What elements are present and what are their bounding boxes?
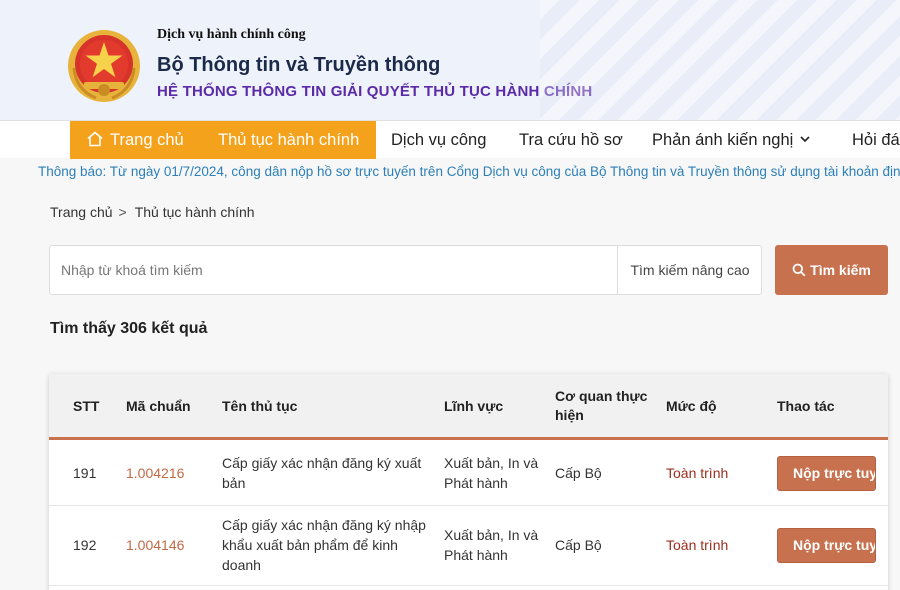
nav-item-feedback-label: Phản ánh kiến nghị	[652, 131, 794, 149]
row-name-line: Cấp giấy xác nhận đăng ký xuất	[222, 455, 422, 471]
search-input[interactable]	[50, 246, 616, 294]
table-row: 192 1.004146 Cấp giấy xác nhận đăng ký n…	[49, 506, 888, 586]
nav-item-home[interactable]: Trang chủ	[86, 121, 184, 159]
row-field-line: Xuất bản, In và	[444, 455, 539, 471]
national-emblem-icon[interactable]	[66, 28, 142, 104]
header-action: Thao tác	[777, 398, 835, 414]
search-box: Tìm kiếm nâng cao	[49, 245, 762, 295]
submit-online-button[interactable]: Nộp trực tuyến	[777, 456, 876, 491]
header-name: Tên thủ tục	[222, 398, 298, 414]
row-agency: Cấp Bộ	[555, 465, 602, 481]
header-agency-line-1: Cơ quan thực	[555, 388, 648, 404]
nav-item-public-services[interactable]: Dịch vụ công	[391, 121, 486, 159]
header-subtitle: HỆ THỐNG THÔNG TIN GIẢI QUYẾT THỦ TỤC HÀ…	[157, 83, 593, 100]
search-icon	[792, 263, 806, 277]
procedures-table: STT Mã chuẩn Tên thủ tục Lĩnh vực Cơ qua…	[49, 374, 888, 590]
header-small-title: Dịch vụ hành chính công	[157, 27, 306, 42]
row-level: Toàn trình	[666, 465, 729, 481]
row-name[interactable]: Cấp giấy xác nhận đăng ký xuất bản	[222, 453, 421, 493]
row-name-line: bản	[222, 475, 246, 491]
row-stt: 192	[73, 537, 97, 553]
table-row: 191 1.004216 Cấp giấy xác nhận đăng ký x…	[49, 443, 888, 506]
row-agency: Cấp Bộ	[555, 537, 602, 553]
breadcrumb-home[interactable]: Trang chủ	[50, 204, 113, 220]
search-button-label: Tìm kiếm	[810, 262, 871, 278]
nav-item-lookup[interactable]: Tra cứu hồ sơ	[519, 121, 623, 159]
row-field-line: Xuất bản, In và	[444, 527, 539, 543]
header-code: Mã chuẩn	[126, 398, 191, 414]
site-header: Dịch vụ hành chính công Bộ Thông tin và …	[0, 0, 900, 120]
row-name[interactable]: Cấp giấy xác nhận đăng ký nhập khẩu xuất…	[222, 515, 426, 575]
breadcrumb-current: Thủ tục hành chính	[134, 204, 255, 220]
nav-item-faq[interactable]: Hỏi đá	[852, 121, 900, 159]
row-stt: 191	[73, 465, 97, 481]
search-button[interactable]: Tìm kiếm	[775, 245, 888, 295]
row-level: Toàn trình	[666, 537, 729, 553]
row-field: Xuất bản, In và Phát hành	[444, 453, 538, 493]
nav-item-home-label: Trang chủ	[110, 131, 184, 149]
header-title[interactable]: Bộ Thông tin và Truyền thông	[157, 54, 440, 77]
breadcrumb-separator-icon: >	[118, 204, 127, 220]
row-name-line: doanh	[222, 557, 261, 573]
notice-banner[interactable]: Thông báo: Từ ngày 01/7/2024, công dân n…	[38, 164, 900, 179]
header-level: Mức độ	[666, 398, 717, 414]
table-header: STT Mã chuẩn Tên thủ tục Lĩnh vực Cơ qua…	[49, 374, 888, 440]
nav-item-feedback[interactable]: Phản ánh kiến nghị	[652, 121, 811, 159]
result-count: Tìm thấy 306 kết quả	[50, 320, 208, 337]
row-name-line: khẩu xuất bản phẩm để kinh	[222, 537, 398, 553]
chevron-down-icon	[800, 136, 810, 143]
row-field-line: Phát hành	[444, 475, 508, 491]
row-name-line: Cấp giấy xác nhận đăng ký nhập	[222, 517, 426, 533]
advanced-search-button[interactable]: Tìm kiếm nâng cao	[617, 246, 762, 294]
home-icon	[87, 131, 103, 147]
header-agency: Cơ quan thực hiện	[555, 387, 647, 425]
row-code[interactable]: 1.004146	[126, 535, 184, 555]
nav-item-procedures[interactable]: Thủ tục hành chính	[218, 121, 359, 159]
main-nav: Trang chủ Thủ tục hành chính Dịch vụ côn…	[0, 120, 900, 159]
row-code[interactable]: 1.004216	[126, 463, 184, 483]
submit-online-button[interactable]: Nộp trực tuyến	[777, 528, 876, 563]
breadcrumb: Trang chủ > Thủ tục hành chính	[50, 204, 255, 220]
row-field-line: Phát hành	[444, 547, 508, 563]
row-field: Xuất bản, In và Phát hành	[444, 525, 538, 565]
header-agency-line-2: hiện	[555, 407, 584, 423]
header-field: Lĩnh vực	[444, 398, 504, 414]
header-stt: STT	[73, 398, 100, 414]
